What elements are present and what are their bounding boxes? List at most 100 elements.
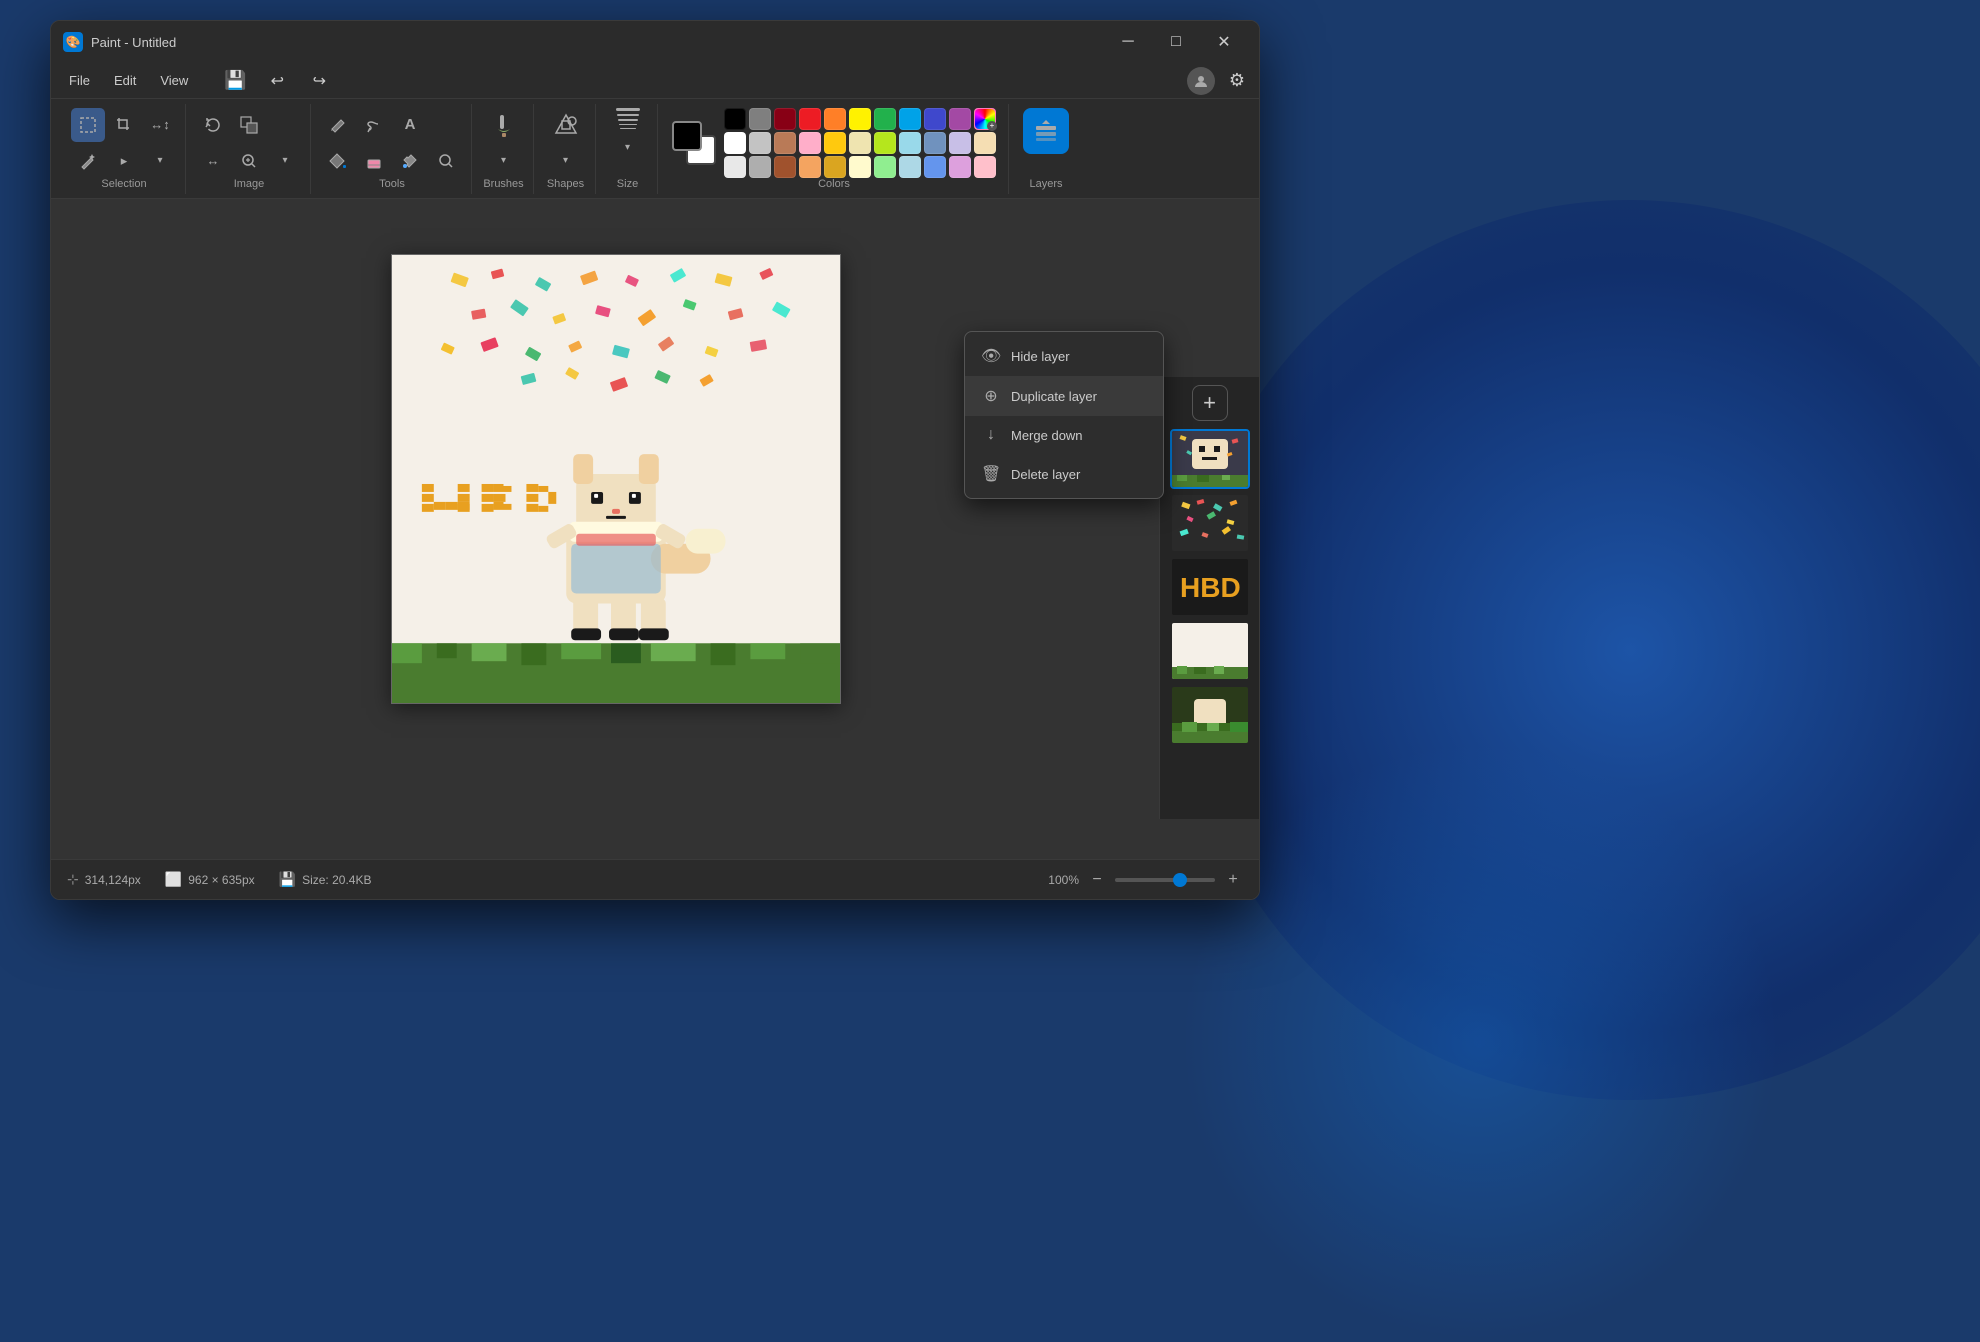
color-red[interactable] xyxy=(799,108,821,130)
zoom-button[interactable] xyxy=(429,144,463,178)
color-midgray[interactable] xyxy=(749,156,771,178)
shapes-dropdown[interactable]: ▾ xyxy=(549,144,583,178)
layer-thumb-1[interactable] xyxy=(1170,429,1250,489)
colors-section: Colors xyxy=(660,104,1009,194)
color-lightgreen[interactable] xyxy=(874,156,896,178)
color-plum[interactable] xyxy=(949,156,971,178)
brush-select-button[interactable] xyxy=(487,108,521,142)
color-wheat[interactable] xyxy=(974,132,996,154)
color-blue[interactable] xyxy=(924,108,946,130)
zoom-slider[interactable] xyxy=(1115,878,1215,882)
color-babyblue[interactable] xyxy=(899,156,921,178)
color-black[interactable] xyxy=(724,108,746,130)
handle-mid-right[interactable] xyxy=(836,475,841,483)
color-purple[interactable] xyxy=(949,108,971,130)
layer-thumb-5[interactable] xyxy=(1170,685,1250,745)
color-gray[interactable] xyxy=(749,108,771,130)
brush-button[interactable] xyxy=(357,108,391,142)
toolbar-group-layers: Layers xyxy=(1011,104,1081,194)
undo-button[interactable]: ↩ xyxy=(260,64,294,98)
text-button[interactable]: A xyxy=(393,108,427,142)
color-lemon[interactable] xyxy=(849,156,871,178)
minimize-button[interactable]: ─ xyxy=(1105,26,1151,58)
select-dropdown[interactable]: ▾ xyxy=(143,144,177,178)
handle-mid-left[interactable] xyxy=(391,475,396,483)
zoom-in-button[interactable]: + xyxy=(1223,870,1243,890)
image-dropdown[interactable]: ▾ xyxy=(268,144,302,178)
color-lightpink[interactable] xyxy=(799,132,821,154)
color-lime[interactable] xyxy=(874,132,896,154)
magic-wand-button[interactable] xyxy=(71,144,105,178)
zoom-thumb[interactable] xyxy=(1173,873,1187,887)
color-white[interactable] xyxy=(724,132,746,154)
color-sienna[interactable] xyxy=(774,156,796,178)
color-orange[interactable] xyxy=(824,108,846,130)
color-lavender[interactable] xyxy=(949,132,971,154)
dropper-button[interactable] xyxy=(393,144,427,178)
color-goldenrod[interactable] xyxy=(824,156,846,178)
context-menu-hide-layer[interactable]: 👁 Hide layer xyxy=(965,336,1163,376)
menu-file[interactable]: File xyxy=(59,69,100,92)
merge-down-label: Merge down xyxy=(1011,428,1083,443)
color-cream[interactable] xyxy=(849,132,871,154)
settings-button[interactable]: ⚙ xyxy=(1223,67,1251,95)
size-dropdown[interactable]: ▾ xyxy=(611,131,645,165)
color-cyan[interactable] xyxy=(899,108,921,130)
color-pink[interactable] xyxy=(974,108,996,130)
context-menu-duplicate-layer[interactable]: ⊕ Duplicate layer xyxy=(965,376,1163,416)
eraser-button[interactable] xyxy=(357,144,391,178)
layer-thumb-3[interactable]: HBD xyxy=(1170,557,1250,617)
handle-bot-right[interactable] xyxy=(836,699,841,704)
menu-view[interactable]: View xyxy=(150,69,198,92)
handle-top-mid[interactable] xyxy=(612,254,620,259)
lasso-button[interactable]: ▸ xyxy=(107,144,141,178)
menu-edit[interactable]: Edit xyxy=(104,69,146,92)
pencil-button[interactable] xyxy=(321,108,355,142)
color-offwhite[interactable] xyxy=(724,156,746,178)
paint-canvas[interactable] xyxy=(391,254,841,704)
color-yellow[interactable] xyxy=(849,108,871,130)
save-button[interactable]: 💾 xyxy=(218,64,252,98)
window-title: Paint - Untitled xyxy=(91,35,176,50)
context-menu-delete-layer[interactable]: 🗑 Delete layer xyxy=(965,454,1163,494)
color-brown[interactable] xyxy=(774,132,796,154)
zoom-out-button[interactable]: − xyxy=(1087,870,1107,890)
layer-thumb-4[interactable] xyxy=(1170,621,1250,681)
select-rect-button[interactable] xyxy=(71,108,105,142)
handle-top-right[interactable] xyxy=(836,254,841,259)
color-row-3 xyxy=(724,156,996,178)
user-avatar[interactable] xyxy=(1187,67,1215,95)
brush-dropdown[interactable]: ▾ xyxy=(487,144,521,178)
color-darkred[interactable] xyxy=(774,108,796,130)
color-gold[interactable] xyxy=(824,132,846,154)
maximize-button[interactable]: □ xyxy=(1153,26,1199,58)
handle-bot-left[interactable] xyxy=(391,699,396,704)
fill-button[interactable] xyxy=(321,144,355,178)
close-button[interactable]: ✕ xyxy=(1201,26,1247,58)
resize-button[interactable] xyxy=(232,108,266,142)
color-periwinkle[interactable] xyxy=(924,132,946,154)
transform-button[interactable]: ↔↕ xyxy=(143,108,177,142)
selection-label: Selection xyxy=(101,178,146,190)
zoom-fit-button[interactable] xyxy=(232,144,266,178)
color-cornblue[interactable] xyxy=(924,156,946,178)
menu-bar-right: ⚙ xyxy=(1187,67,1251,95)
shapes-select-button[interactable] xyxy=(549,108,583,142)
handle-bot-mid[interactable] xyxy=(612,699,620,704)
color-lightgray[interactable] xyxy=(749,132,771,154)
crop-button[interactable] xyxy=(107,108,141,142)
layers-toggle-button[interactable] xyxy=(1023,108,1069,154)
canvas-area: + xyxy=(51,199,1259,859)
context-menu-merge-down[interactable]: ↓ Merge down xyxy=(965,416,1163,454)
color-green[interactable] xyxy=(874,108,896,130)
color-lightblue[interactable] xyxy=(899,132,921,154)
layer-thumb-2[interactable] xyxy=(1170,493,1250,553)
rotate-button[interactable] xyxy=(196,108,230,142)
handle-top-left[interactable] xyxy=(391,254,396,259)
add-layer-button[interactable]: + xyxy=(1192,385,1228,421)
color-roseblush[interactable] xyxy=(974,156,996,178)
fg-color-swatch[interactable] xyxy=(672,121,702,151)
redo-button[interactable]: ↪ xyxy=(302,64,336,98)
color-sandy[interactable] xyxy=(799,156,821,178)
flip-button[interactable]: ↔ xyxy=(196,144,230,178)
